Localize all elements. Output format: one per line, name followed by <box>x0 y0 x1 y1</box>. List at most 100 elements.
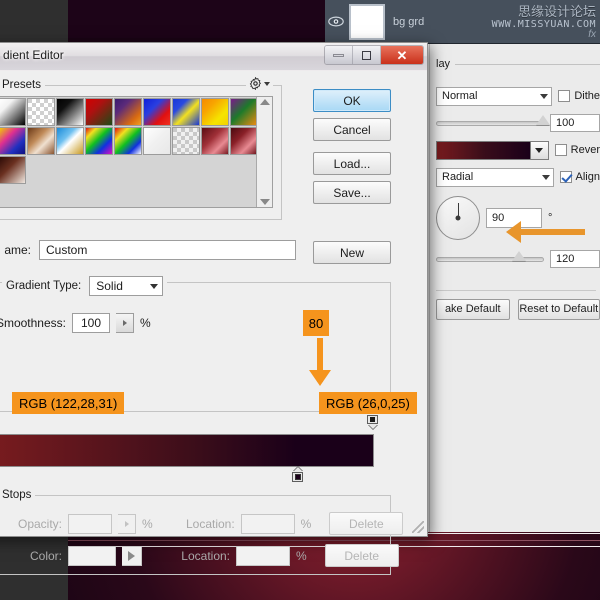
opacity-stop-tip <box>368 424 378 429</box>
smoothness-input[interactable]: 100 <box>72 313 110 333</box>
preset-swatch[interactable] <box>230 127 258 155</box>
opacity-slider[interactable] <box>436 121 544 126</box>
align-checkbox-row[interactable]: Align <box>560 171 600 183</box>
delete-color-stop-button[interactable]: Delete <box>325 544 399 567</box>
cancel-button[interactable]: Cancel <box>313 118 391 141</box>
preset-swatch[interactable] <box>85 98 113 126</box>
annotation-arrow-bar-angle <box>520 229 585 235</box>
blend-mode-select[interactable]: Normal <box>436 87 552 106</box>
gradient-name-input[interactable]: Custom <box>39 240 296 260</box>
color-stop-right[interactable] <box>292 467 305 483</box>
load-button[interactable]: Load... <box>313 152 391 175</box>
scale-slider[interactable] <box>436 257 544 262</box>
scale-value-field[interactable]: 120 <box>550 250 600 268</box>
stops-location-label-1: Location: <box>173 517 235 531</box>
reverse-checkbox-row[interactable]: Rever <box>555 144 600 156</box>
smoothness-label: Smoothness: <box>0 316 66 330</box>
presets-menu-button[interactable] <box>246 77 273 90</box>
gradient-type-select[interactable]: Solid <box>89 276 163 296</box>
align-label: Align <box>576 171 600 183</box>
preset-swatch[interactable] <box>0 156 26 184</box>
minimize-button[interactable] <box>325 46 353 64</box>
stops-location-label-2: Location: <box>168 549 230 563</box>
annotation-badge-position: 80 <box>303 310 329 336</box>
color-stop-body <box>292 472 303 482</box>
presets-group-label: Presets <box>0 79 45 91</box>
preset-swatch[interactable] <box>143 127 171 155</box>
scale-row: 120 <box>436 249 600 269</box>
gradient-swatch-picker[interactable] <box>436 141 549 160</box>
presets-group: Presets <box>0 85 282 220</box>
gradient-preview-row: Rever <box>436 140 600 160</box>
preset-swatch[interactable] <box>0 127 26 155</box>
preset-swatch[interactable] <box>114 127 142 155</box>
chevron-down-icon <box>540 94 548 99</box>
preset-swatch[interactable] <box>85 127 113 155</box>
scroll-down-icon[interactable] <box>260 199 270 205</box>
presets-scrollbar[interactable] <box>256 97 272 207</box>
stops-location-input-1[interactable] <box>241 514 295 534</box>
close-icon: ✕ <box>397 49 408 62</box>
smoothness-row: Smoothness: 100 % <box>0 313 151 333</box>
preset-swatch[interactable] <box>201 127 229 155</box>
scroll-up-icon[interactable] <box>260 99 270 105</box>
opacity-slider-thumb[interactable] <box>536 115 550 125</box>
make-default-button[interactable]: ake Default <box>436 299 510 320</box>
preset-swatch[interactable] <box>27 127 55 155</box>
dither-checkbox-row[interactable]: Dithe <box>558 90 600 102</box>
preset-swatch-grid[interactable] <box>0 97 256 207</box>
scale-slider-thumb[interactable] <box>512 251 526 261</box>
maximize-icon <box>362 51 371 60</box>
opacity-stop-body <box>367 415 378 424</box>
preset-swatch[interactable] <box>143 98 171 126</box>
preset-swatch[interactable] <box>172 98 200 126</box>
dialog-titlebar[interactable]: dient Editor ✕ <box>0 43 427 71</box>
stops-color-swatch[interactable] <box>68 546 116 566</box>
gradient-dropdown-button[interactable] <box>531 141 549 160</box>
layer-panel-row[interactable]: bg grd 思缘设计论坛 WWW.MISSYUAN.COM fx <box>325 0 600 44</box>
dither-checkbox[interactable] <box>558 90 570 102</box>
stops-opacity-label: Opacity: <box>8 517 62 531</box>
delete-opacity-stop-button[interactable]: Delete <box>329 512 403 535</box>
color-stop-tip <box>293 467 303 472</box>
smoothness-stepper[interactable] <box>116 313 134 333</box>
preset-swatch[interactable] <box>0 98 26 126</box>
preset-swatch[interactable] <box>56 98 84 126</box>
preset-swatch[interactable] <box>27 98 55 126</box>
align-checkbox[interactable] <box>560 171 572 183</box>
reverse-checkbox[interactable] <box>555 144 567 156</box>
preset-swatch[interactable] <box>201 98 229 126</box>
close-button[interactable]: ✕ <box>381 46 423 64</box>
opacity-stop-right[interactable] <box>367 415 380 430</box>
presets-list[interactable] <box>0 96 273 208</box>
opacity-value-field[interactable]: 100 <box>550 114 600 132</box>
gradient-editing-bar[interactable] <box>0 434 374 467</box>
reverse-label: Rever <box>571 144 600 156</box>
preset-swatch[interactable] <box>56 127 84 155</box>
stops-opacity-stepper[interactable] <box>118 514 136 534</box>
gradient-style-select[interactable]: Radial <box>436 168 554 187</box>
ok-button[interactable]: OK <box>313 89 391 112</box>
gradient-style-value: Radial <box>442 171 473 183</box>
dither-label: Dithe <box>574 90 600 102</box>
stops-location-input-2[interactable] <box>236 546 290 566</box>
stops-opacity-input[interactable] <box>68 514 112 534</box>
scale-slider-track[interactable] <box>436 257 544 262</box>
maximize-button[interactable] <box>353 46 381 64</box>
preset-swatch[interactable] <box>230 98 258 126</box>
opacity-row: 100 <box>436 113 600 133</box>
gradient-preview-swatch[interactable] <box>436 141 531 160</box>
layer-thumbnail[interactable] <box>349 4 385 40</box>
stops-color-row: Color: Location: % Delete <box>8 544 399 567</box>
reset-to-default-button[interactable]: Reset to Default <box>518 299 600 320</box>
visibility-eye-icon[interactable] <box>325 0 347 44</box>
minimize-icon <box>333 54 344 57</box>
angle-dial[interactable] <box>436 196 480 240</box>
preset-swatch[interactable] <box>172 127 200 155</box>
resize-grip[interactable] <box>412 521 424 533</box>
save-button[interactable]: Save... <box>313 181 391 204</box>
opacity-slider-track[interactable] <box>436 121 544 126</box>
preset-swatch[interactable] <box>114 98 142 126</box>
stops-color-picker-button[interactable] <box>122 546 142 566</box>
new-button[interactable]: New <box>313 241 391 264</box>
